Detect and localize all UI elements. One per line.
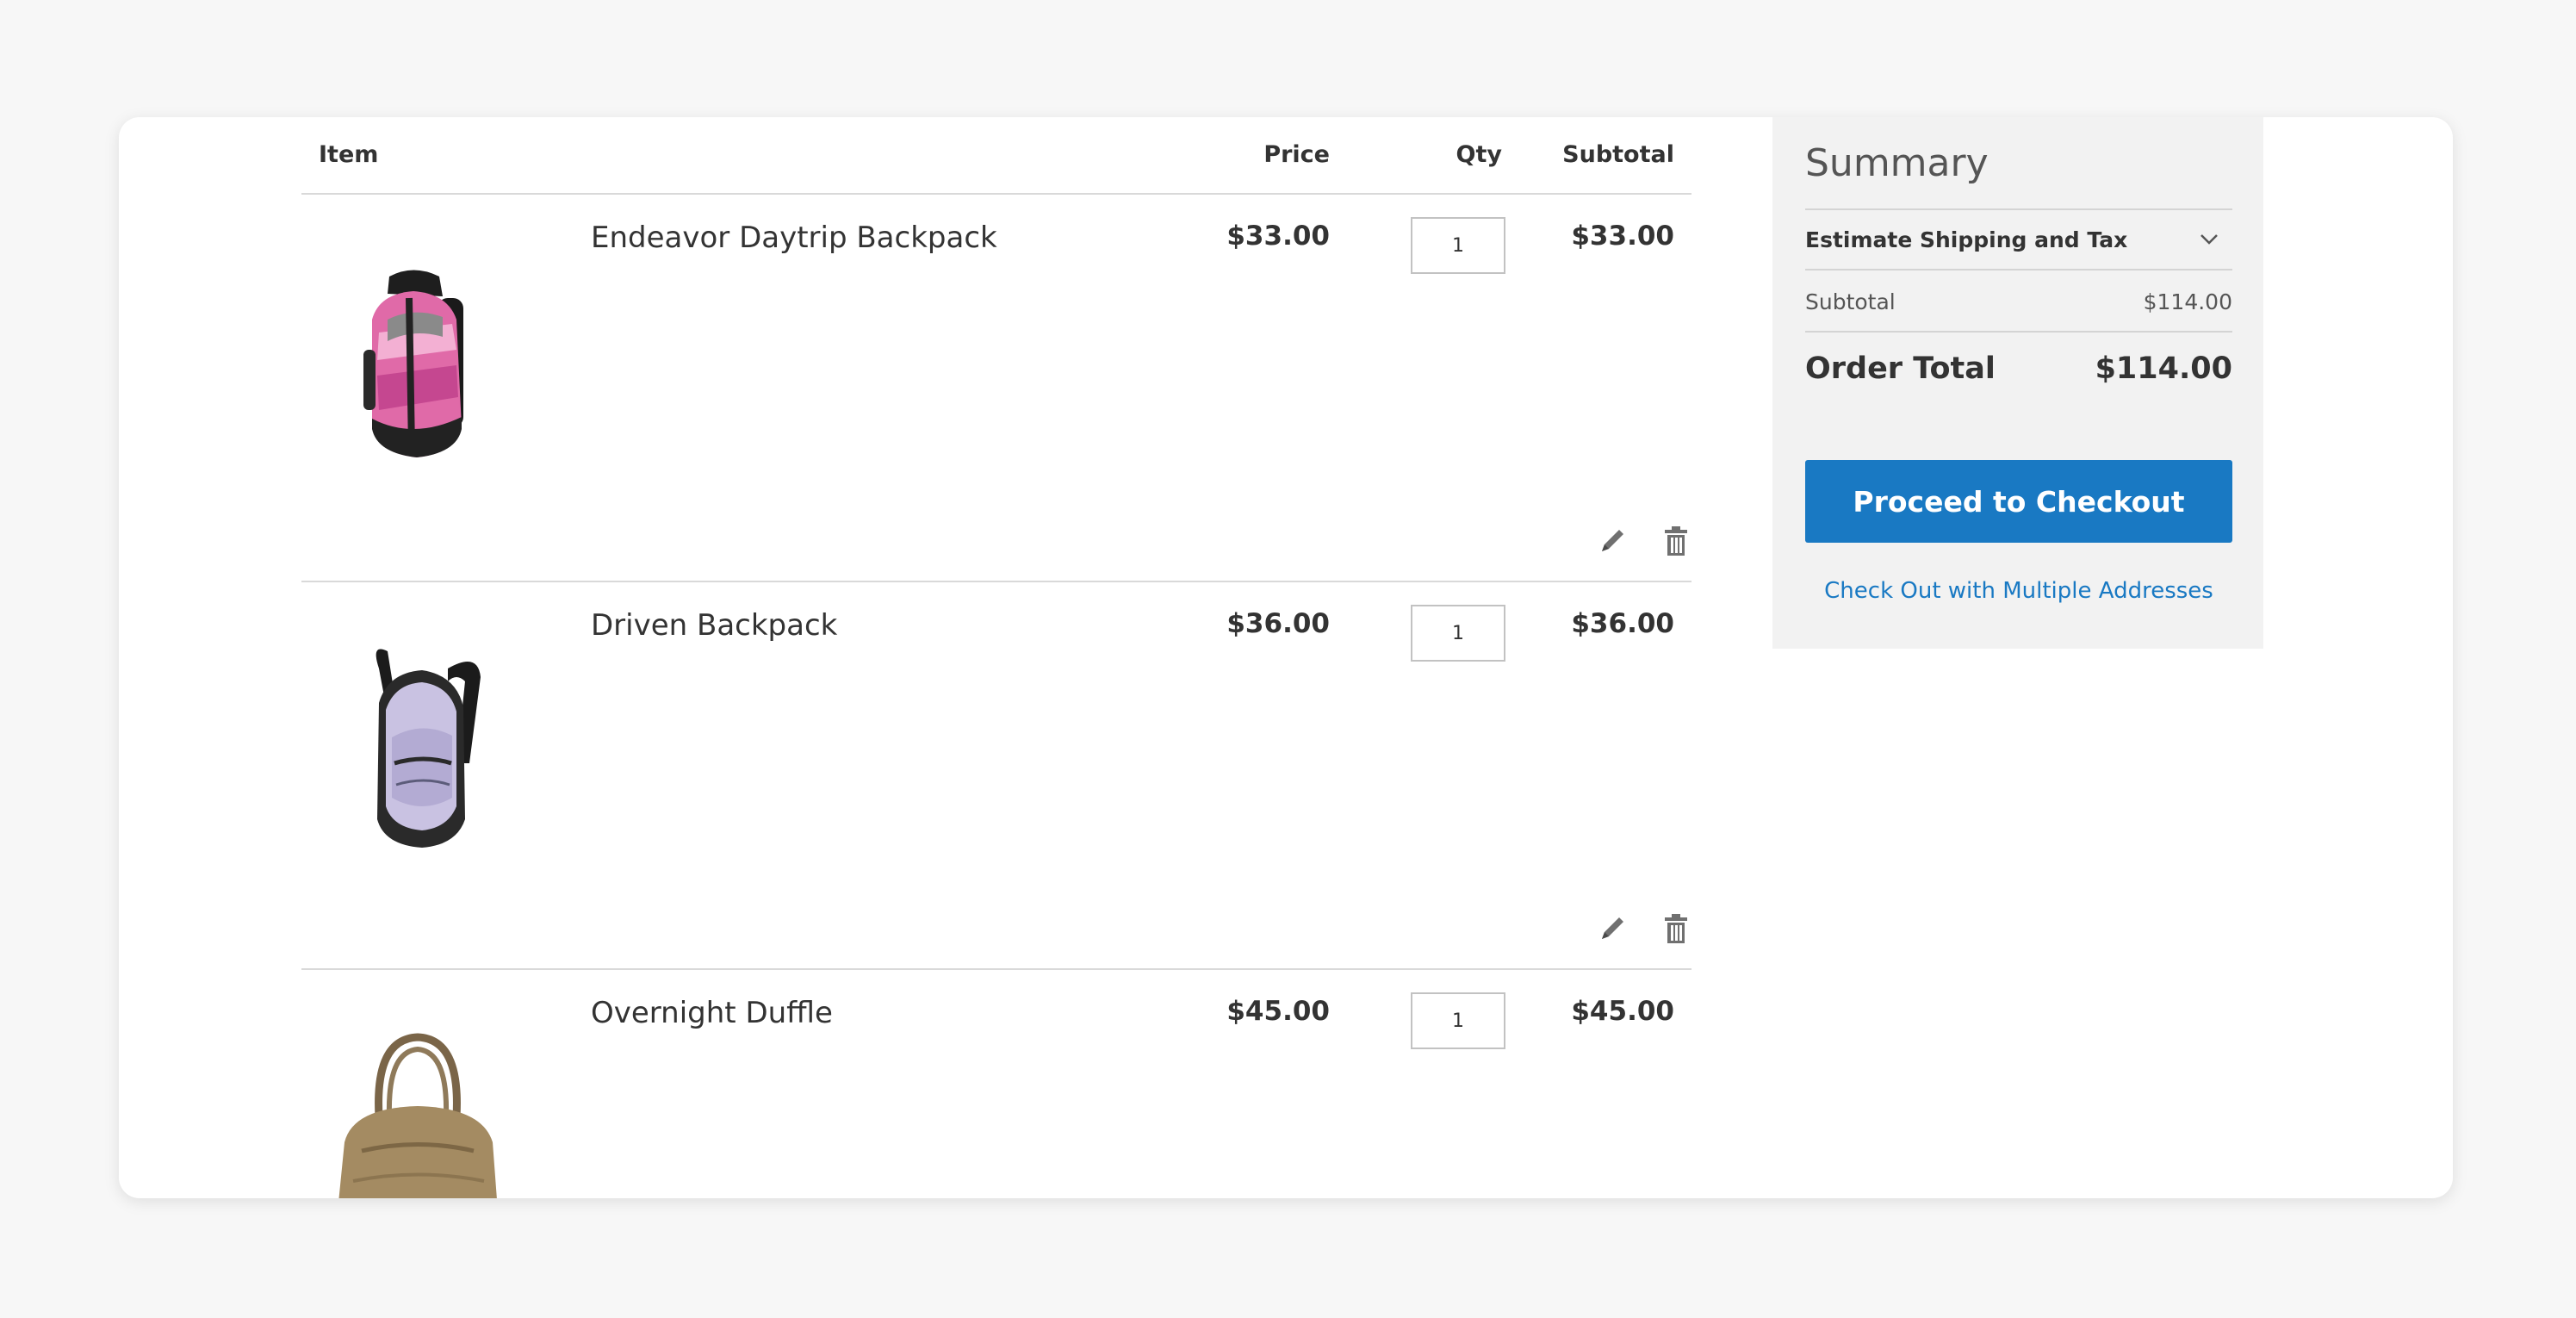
cart-item-row: Endeavor Daytrip Backpack $33.00 $33.00 — [301, 195, 1691, 582]
tan-duffle-image[interactable] — [327, 1022, 508, 1198]
product-name-link[interactable]: Driven Backpack — [591, 608, 837, 643]
cart-table-header: Item Price Qty Subtotal — [301, 117, 1691, 195]
column-header-price: Price — [1263, 141, 1330, 168]
pink-backpack-image[interactable] — [327, 246, 508, 462]
order-total-label: Order Total — [1805, 351, 1996, 386]
item-subtotal: $36.00 — [1571, 608, 1674, 639]
column-header-qty: Qty — [1456, 141, 1502, 168]
shopping-cart-card: Item Price Qty Subtotal Endeavor Daytrip… — [119, 117, 2453, 1198]
item-price: $33.00 — [1226, 221, 1330, 252]
cart-item-row: Overnight Duffle $45.00 $45.00 — [301, 970, 1691, 1198]
summary-subtotal-value: $114.00 — [2143, 289, 2232, 314]
item-actions — [1597, 911, 1691, 946]
pencil-icon[interactable] — [1597, 524, 1628, 558]
item-price: $36.00 — [1226, 608, 1330, 639]
order-summary-panel: Summary Estimate Shipping and Tax Subtot… — [1772, 117, 2263, 649]
summary-title: Summary — [1805, 141, 1989, 185]
pencil-icon[interactable] — [1597, 911, 1628, 946]
proceed-to-checkout-button[interactable]: Proceed to Checkout — [1805, 460, 2232, 543]
order-total-row: Order Total $114.00 — [1805, 333, 2232, 401]
trash-icon[interactable] — [1660, 524, 1691, 558]
column-header-item: Item — [319, 141, 379, 168]
summary-subtotal-row: Subtotal $114.00 — [1805, 270, 2232, 333]
quantity-input[interactable] — [1411, 992, 1505, 1049]
trash-icon[interactable] — [1660, 911, 1691, 946]
quantity-input[interactable] — [1411, 217, 1505, 274]
quantity-input[interactable] — [1411, 605, 1505, 662]
column-header-subtotal: Subtotal — [1562, 141, 1674, 168]
estimate-shipping-label: Estimate Shipping and Tax — [1805, 227, 2128, 252]
estimate-shipping-toggle[interactable]: Estimate Shipping and Tax — [1805, 208, 2232, 270]
item-subtotal: $33.00 — [1571, 221, 1674, 252]
item-price: $45.00 — [1226, 996, 1330, 1027]
item-subtotal: $45.00 — [1571, 996, 1674, 1027]
chevron-down-icon — [2198, 227, 2220, 250]
product-name-link[interactable]: Overnight Duffle — [591, 996, 833, 1030]
item-actions — [1597, 524, 1691, 558]
summary-subtotal-label: Subtotal — [1805, 289, 1896, 314]
lavender-backpack-image[interactable] — [327, 634, 508, 849]
multiple-addresses-link[interactable]: Check Out with Multiple Addresses — [1805, 578, 2232, 604]
order-total-value: $114.00 — [2095, 351, 2232, 386]
product-name-link[interactable]: Endeavor Daytrip Backpack — [591, 221, 997, 255]
cart-item-row: Driven Backpack $36.00 $36.00 — [301, 582, 1691, 970]
